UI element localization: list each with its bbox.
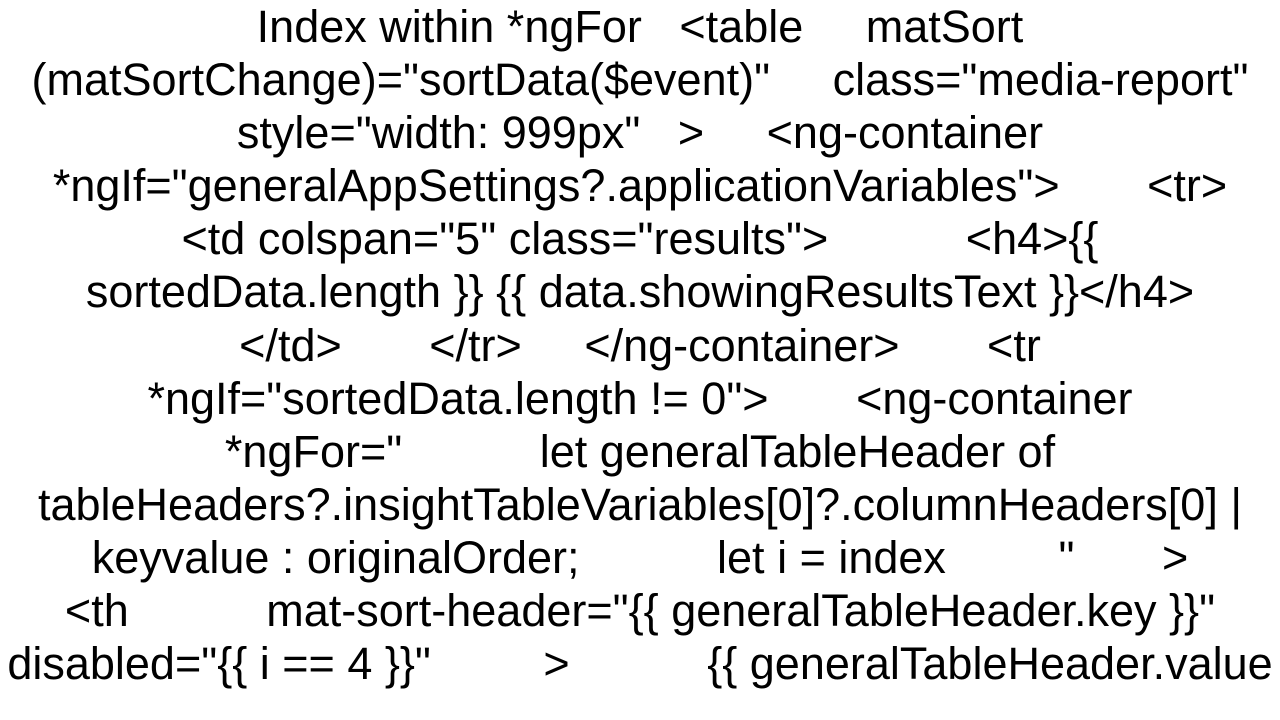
code-snippet-text: Index within *ngFor <table matSort (matS… — [0, 0, 1280, 690]
